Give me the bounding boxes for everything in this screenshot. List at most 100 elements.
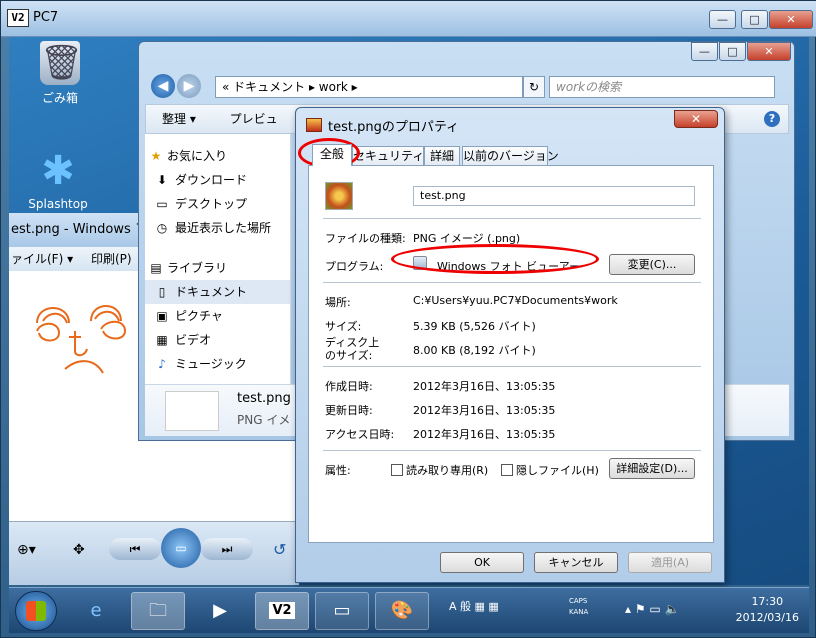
- tab-previous-versions[interactable]: 以前のバージョン: [462, 146, 559, 166]
- nav-item-videos[interactable]: ▦ ビデオ: [145, 328, 290, 352]
- ok-button[interactable]: OK: [440, 552, 524, 573]
- file-type-label: ファイルの種類:: [325, 232, 406, 245]
- nav-item-downloads[interactable]: ⬇ ダウンロード: [145, 168, 290, 192]
- size-value: 5.39 KB (5,526 バイト): [413, 320, 536, 333]
- program-value: Windows フォト ビューアー: [437, 260, 580, 273]
- windows-logo-icon: [26, 601, 46, 621]
- viewer-menu-print[interactable]: 印刷(P): [91, 252, 132, 266]
- attributes-label: 属性:: [325, 464, 351, 477]
- minimize-button[interactable]: —: [709, 10, 736, 29]
- nav-item-desktop[interactable]: ▭ デスクトップ: [145, 192, 290, 216]
- separator: [323, 218, 701, 219]
- tab-general[interactable]: 全般: [312, 144, 352, 166]
- desktop-icon-label: Splashtop: [28, 197, 88, 211]
- desktop-icon-label: ごみ箱: [41, 91, 78, 105]
- explorer-taskbar-button[interactable]: 🗀: [131, 592, 185, 630]
- viewer-controls: ⊕▾ ✥ ⏮ ▭ ⏭ ↺: [9, 521, 299, 585]
- apply-button[interactable]: 適用(A): [628, 552, 712, 573]
- hidden-checkbox[interactable]: 隠しファイル(H): [501, 462, 599, 478]
- image-file-icon: [325, 182, 353, 210]
- clock-time: 17:30: [751, 595, 784, 608]
- ime-toolbar[interactable]: A 般 ▦ ▦: [449, 598, 499, 614]
- previous-button[interactable]: ⏮: [109, 538, 161, 560]
- desktop-icon: ▭: [156, 197, 168, 211]
- fit-icon[interactable]: ✥: [73, 542, 85, 558]
- desktop-icon-splashtop[interactable]: ✱ Splashtop: [23, 149, 93, 211]
- ime-tools-icon: ▦ ▦: [474, 600, 499, 613]
- pictures-icon: ▣: [156, 309, 168, 323]
- explorer-minimize-button[interactable]: —: [691, 42, 718, 61]
- nav-item-libraries[interactable]: ▤ ライブラリ: [145, 256, 290, 280]
- explorer-maximize-button[interactable]: □: [719, 42, 746, 61]
- preview-button[interactable]: プレビュ: [230, 112, 278, 126]
- location-value: C:¥Users¥yuu.PC7¥Documents¥work: [413, 294, 618, 307]
- properties-dialog[interactable]: test.pngのプロパティ ✕ 全般 セキュリティ 詳細 以前のバージョン t…: [295, 107, 725, 583]
- checkbox-box: [501, 464, 513, 476]
- refresh-icon[interactable]: ↻: [523, 76, 545, 98]
- ime-mode: A 般: [449, 600, 472, 613]
- internet-explorer-icon[interactable]: e: [69, 592, 123, 630]
- separator: [323, 282, 701, 283]
- vnc-titlebar[interactable]: V2 PC7 — □ ✕: [1, 1, 816, 37]
- star-icon: ★: [150, 149, 162, 163]
- paint-taskbar-button[interactable]: 🎨: [375, 592, 429, 630]
- photo-viewer-icon: [413, 256, 427, 270]
- close-button[interactable]: ✕: [769, 10, 813, 29]
- checkbox-box: [391, 464, 403, 476]
- splashtop-icon: ✱: [41, 148, 75, 194]
- created-label: 作成日時:: [325, 380, 373, 393]
- nav-item-music[interactable]: ♪ ミュージック: [145, 352, 290, 376]
- videos-icon: ▦: [156, 333, 168, 347]
- media-player-icon[interactable]: ▶: [193, 592, 247, 630]
- created-value: 2012年3月16日、13:05:35: [413, 380, 556, 393]
- dialog-title: test.pngのプロパティ: [328, 120, 460, 135]
- explorer-close-button[interactable]: ✕: [747, 42, 791, 61]
- zoom-icon[interactable]: ⊕▾: [17, 542, 36, 558]
- navigation-pane: ★ お気に入り ⬇ ダウンロード ▭ デスクトップ ◷ 最近表示した場所 ▤ ライブラリ …: [145, 134, 291, 384]
- tab-details[interactable]: 詳細: [424, 146, 460, 166]
- address-bar[interactable]: « ドキュメント ▸ work ▸: [215, 76, 523, 98]
- help-icon[interactable]: ?: [764, 111, 780, 127]
- modified-value: 2012年3月16日、13:05:35: [413, 404, 556, 417]
- forward-button[interactable]: ▶: [177, 74, 201, 98]
- cancel-button[interactable]: キャンセル: [534, 552, 618, 573]
- nav-item-pictures[interactable]: ▣ ピクチャ: [145, 304, 290, 328]
- recycle-bin-icon: 🗑: [40, 41, 84, 85]
- size-label: サイズ:: [325, 320, 362, 333]
- vnc-taskbar-button[interactable]: V2: [255, 592, 309, 630]
- image-file-icon: [306, 118, 322, 132]
- tab-security[interactable]: セキュリティ: [352, 146, 424, 166]
- viewer-menu-file[interactable]: ァイル(F) ▾: [11, 252, 73, 266]
- library-icon: ▤: [150, 261, 162, 275]
- back-button[interactable]: ◀: [151, 74, 175, 98]
- organize-button[interactable]: 整理 ▾: [162, 112, 196, 126]
- dialog-close-button[interactable]: ✕: [674, 110, 718, 128]
- search-input[interactable]: workの検索: [549, 76, 775, 98]
- photo-viewer-taskbar-button[interactable]: ▭: [315, 592, 369, 630]
- readonly-checkbox[interactable]: 読み取り専用(R): [391, 462, 488, 478]
- separator: [323, 450, 701, 451]
- nav-item-recent-places[interactable]: ◷ 最近表示した場所: [145, 216, 290, 240]
- tray-icons[interactable]: ▴ ⚑ ▭ 🔈: [625, 602, 680, 616]
- details-file-type: PNG イメ: [237, 413, 291, 427]
- desktop-icon-recycle-bin[interactable]: 🗑 ごみ箱: [25, 41, 95, 106]
- slideshow-button[interactable]: ▭: [161, 528, 201, 568]
- file-thumbnail: [165, 391, 219, 431]
- documents-icon: ▯: [158, 285, 166, 299]
- details-file-name: test.png: [237, 391, 291, 406]
- nav-item-documents[interactable]: ▯ ドキュメント: [145, 280, 290, 304]
- disk-size-value: 8.00 KB (8,192 バイト): [413, 344, 536, 357]
- location-label: 場所:: [325, 296, 351, 309]
- disk-size-label: ディスク上 のサイズ:: [325, 336, 380, 362]
- vnc-window: V2 PC7 — □ ✕ 🗑 ごみ箱 ✱ Splashtop est.png -…: [0, 0, 816, 638]
- change-program-button[interactable]: 変更(C)...: [609, 254, 695, 275]
- file-name-field[interactable]: test.png: [413, 186, 695, 206]
- start-button[interactable]: [15, 591, 57, 631]
- advanced-button[interactable]: 詳細設定(D)...: [609, 458, 695, 479]
- rotate-icon[interactable]: ↺: [273, 540, 286, 559]
- maximize-button[interactable]: □: [741, 10, 768, 29]
- nav-item-favorites[interactable]: ★ お気に入り: [145, 144, 290, 168]
- next-button[interactable]: ⏭: [201, 538, 253, 560]
- taskbar: e 🗀 ▶ V2 ▭ 🎨 A 般 ▦ ▦ CAPS KANA ▴ ⚑ ▭ 🔈 17…: [9, 587, 809, 633]
- clock[interactable]: 17:30 2012/03/16: [736, 594, 799, 626]
